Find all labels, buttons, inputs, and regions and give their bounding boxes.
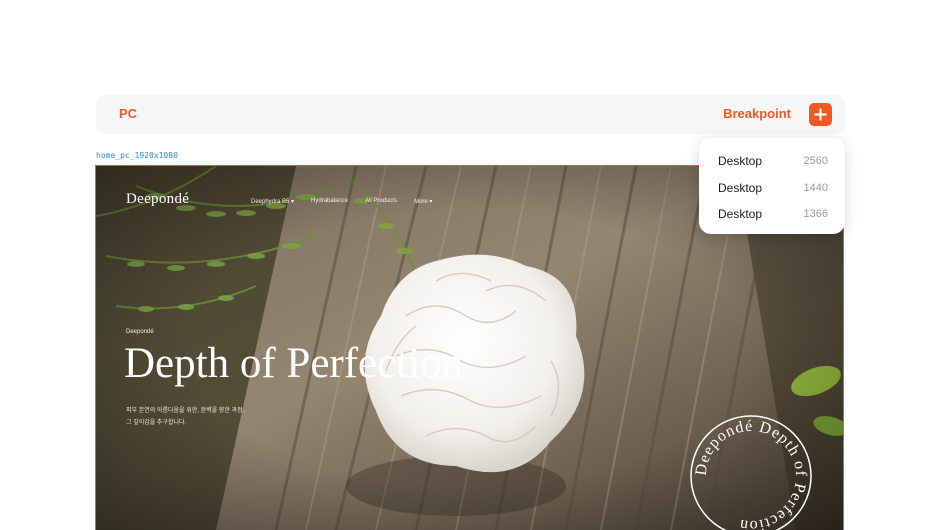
device-label[interactable]: PC [119,106,137,121]
breakpoint-option-1366[interactable]: Desktop 1366 [699,201,845,227]
breakpoint-option-name: Desktop [718,181,763,195]
breakpoint-option-2560[interactable]: Desktop 2560 [699,148,845,174]
add-breakpoint-button[interactable] [809,103,832,126]
breakpoint-dropdown: Desktop 2560 Desktop 1440 Desktop 1366 [699,138,845,234]
breakpoint-toolbar: PC Breakpoint [96,95,845,134]
nav-item-more[interactable]: More ▾ [414,198,432,205]
breakpoint-option-name: Desktop [718,207,763,221]
breakpoint-option-1440[interactable]: Desktop 1440 [699,175,845,201]
breakpoint-label[interactable]: Breakpoint [723,106,791,121]
breakpoint-option-width: 1366 [803,208,828,220]
circular-text-badge: Deepondé Depth of Perfection [690,415,812,530]
breakpoint-option-name: Desktop [718,154,763,168]
badge-text: Deepondé Depth of Perfection [693,418,808,530]
hero-description-line-1: 피부 본연의 아름다움을 위한, 완벽을 향한 과정. [126,408,245,414]
hero-description-line-2: 그 깊이감을 추구합니다. [126,420,187,426]
plus-icon [814,108,827,121]
nav-item-all-products[interactable]: All Products [365,198,397,205]
site-nav-items: Deephydra B5 ▾ Hydrabalance All Products… [251,198,432,205]
site-logo[interactable]: Deepondé [126,191,189,208]
hero-title: Depth of Perfection [124,340,464,387]
frame-label: home_pc_1920x1080 [96,151,178,160]
nav-item-deephydra[interactable]: Deephydra B5 ▾ [251,198,294,205]
svg-text:Deepondé Depth of Perfection: Deepondé Depth of Perfection [693,418,809,530]
nav-item-hydrabalance[interactable]: Hydrabalance [311,198,348,205]
breakpoint-option-width: 2560 [803,155,828,167]
breakpoint-option-width: 1440 [803,182,828,194]
hero-eyebrow: Deepondé [126,329,154,335]
